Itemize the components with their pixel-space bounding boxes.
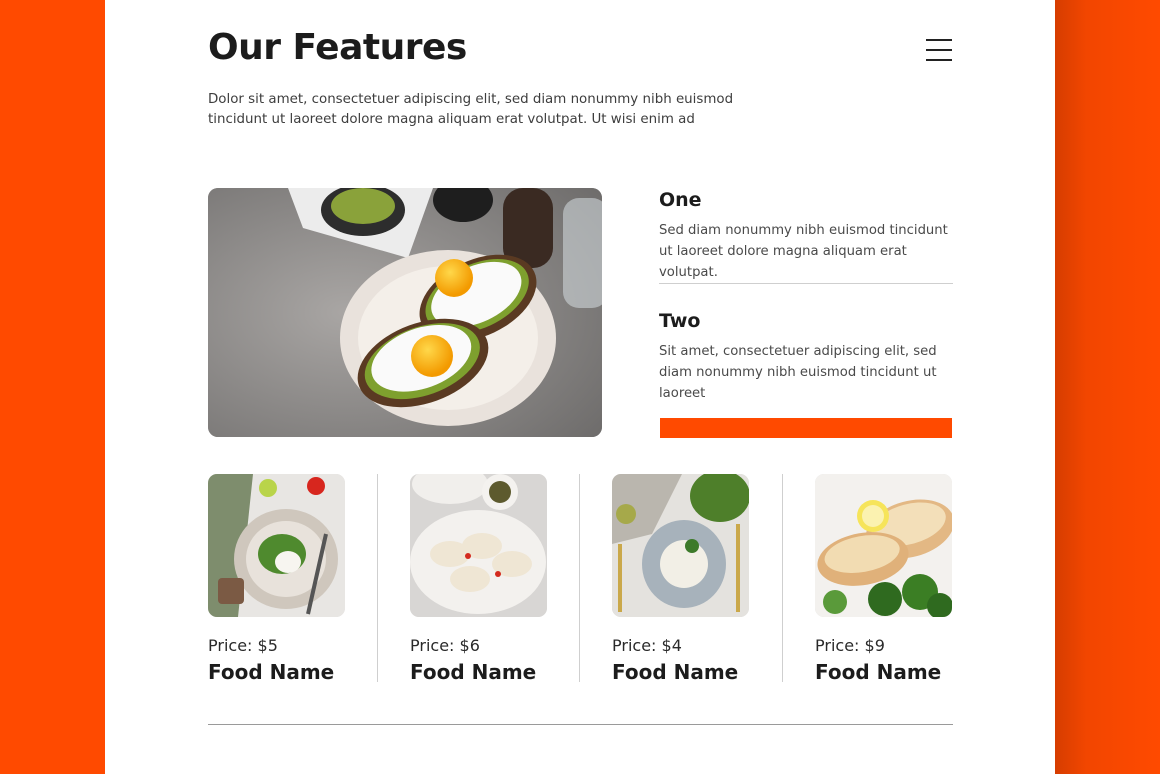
food-name: Food Name xyxy=(815,660,942,684)
food-thumbnail xyxy=(410,474,547,617)
food-card[interactable]: Price: $9 Food Name xyxy=(815,474,955,685)
food-price: Price: $4 xyxy=(612,636,682,655)
menu-bar xyxy=(926,59,952,61)
footer-divider xyxy=(208,724,953,725)
food-name: Food Name xyxy=(208,660,335,684)
feature-title: One xyxy=(659,189,702,211)
features-page: Our Features Dolor sit amet, consectetue… xyxy=(105,0,1055,774)
food-card[interactable]: Price: $6 Food Name xyxy=(410,474,550,685)
food-name: Food Name xyxy=(612,660,739,684)
food-thumbnail xyxy=(612,474,749,617)
intro-text: Dolor sit amet, consectetuer adipiscing … xyxy=(208,92,734,127)
feature-divider xyxy=(659,283,953,284)
food-price: Price: $6 xyxy=(410,636,480,655)
food-card[interactable]: Price: $5 Food Name xyxy=(208,474,348,685)
background-left-panel xyxy=(0,0,105,774)
food-name: Food Name xyxy=(410,660,537,684)
card-separator xyxy=(782,474,783,682)
food-card[interactable]: Price: $4 Food Name xyxy=(612,474,752,685)
food-price: Price: $9 xyxy=(815,636,885,655)
hamburger-menu-icon[interactable] xyxy=(923,37,955,63)
food-price: Price: $5 xyxy=(208,636,278,655)
food-thumbnail xyxy=(815,474,952,617)
menu-bar xyxy=(926,39,952,41)
card-separator xyxy=(579,474,580,682)
background-right-panel xyxy=(1055,0,1160,774)
feature-text: Sit amet, consectetuer adipiscing elit, … xyxy=(659,344,937,401)
menu-bar xyxy=(926,49,952,51)
feature-title: Two xyxy=(659,310,701,332)
feature-text: Sed diam nonummy nibh euismod tincidunt … xyxy=(659,223,948,280)
food-thumbnail xyxy=(208,474,345,617)
page-title: Our Features xyxy=(208,27,467,68)
card-separator xyxy=(377,474,378,682)
feature-one: One Sed diam nonummy nibh euismod tincid… xyxy=(659,188,959,283)
accent-action-button[interactable] xyxy=(660,418,952,438)
feature-two: Two Sit amet, consectetuer adipiscing el… xyxy=(659,309,959,404)
hero-food-image xyxy=(208,188,602,437)
